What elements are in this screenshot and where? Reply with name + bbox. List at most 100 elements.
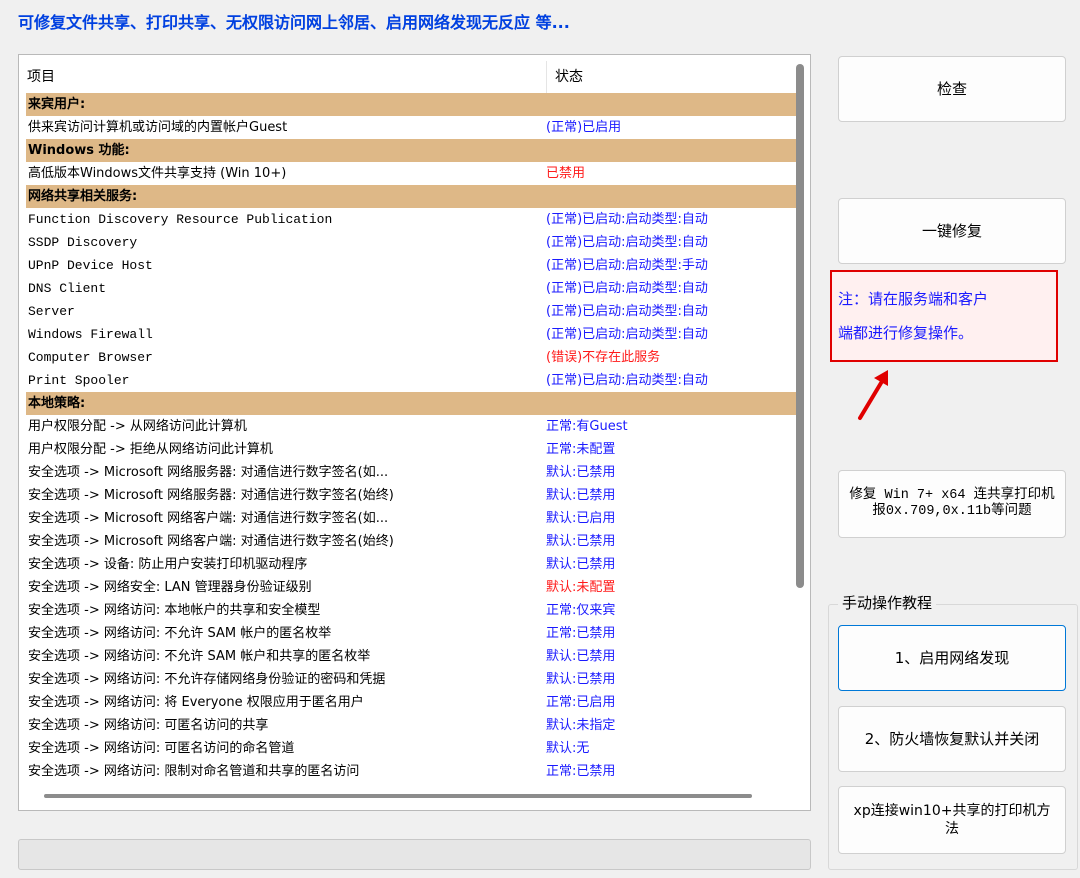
list-item[interactable]: 高低版本Windows文件共享支持 (Win 10+) 已禁用: [26, 162, 799, 185]
item-status: (正常)已启动:启动类型:自动: [546, 235, 708, 250]
list-item[interactable]: 安全选项 -> 网络访问: 本地帐户的共享和安全模型 正常:仅来宾: [26, 599, 799, 622]
item-status: 默认:已启用: [546, 511, 616, 526]
list-category-row[interactable]: 网络共享相关服务:: [26, 185, 799, 208]
item-status: (正常)已启动:启动类型:自动: [546, 304, 708, 319]
list-item[interactable]: 安全选项 -> 网络访问: 不允许存储网络身份验证的密码和凭据 默认:已禁用: [26, 668, 799, 691]
list-category-row[interactable]: 来宾用户:: [26, 93, 799, 116]
xp-connect-printer-button[interactable]: xp连接win10+共享的打印机方法: [838, 786, 1066, 854]
list-item[interactable]: 安全选项 -> 网络访问: 可匿名访问的命名管道 默认:无: [26, 737, 799, 760]
item-status: 正常:已启用: [546, 695, 616, 710]
item-status: 默认:未指定: [546, 718, 616, 733]
item-label: 安全选项 -> 网络访问: 本地帐户的共享和安全模型: [28, 603, 321, 618]
item-status: (正常)已启动:启动类型:自动: [546, 327, 708, 342]
note-line-2: 端都进行修复操作。: [838, 324, 974, 342]
note-line-1: 注：请在服务端和客户: [838, 290, 989, 308]
item-label: 供来宾访问计算机或访问域的内置帐户Guest: [28, 120, 288, 135]
list-item[interactable]: 安全选项 -> 网络访问: 将 Everyone 权限应用于匿名用户 正常:已启用: [26, 691, 799, 714]
category-label: 网络共享相关服务:: [26, 185, 538, 208]
item-label: 安全选项 -> 网络访问: 不允许 SAM 帐户和共享的匿名枚举: [28, 649, 371, 664]
column-header-item[interactable]: 项目: [27, 61, 55, 93]
item-label: Windows Firewall: [28, 327, 153, 342]
list-item[interactable]: 安全选项 -> Microsoft 网络客户端: 对通信进行数字签名(如... 默…: [26, 507, 799, 530]
item-status: 默认:已禁用: [546, 649, 616, 664]
item-status: [539, 185, 794, 208]
item-status: 默认:已禁用: [546, 465, 616, 480]
item-label: 用户权限分配 -> 从网络访问此计算机: [28, 419, 247, 434]
list-item[interactable]: 安全选项 -> 网络访问: 限制对命名管道和共享的匿名访问 正常:已禁用: [26, 760, 799, 783]
manual-tutorial-group-title: 手动操作教程: [838, 592, 937, 614]
item-status: 正常:有Guest: [546, 419, 628, 434]
list-item[interactable]: Server (正常)已启动:启动类型:自动: [26, 300, 799, 323]
item-status: (正常)已启动:启动类型:手动: [546, 258, 708, 273]
category-label: 本地策略:: [26, 392, 538, 415]
list-item[interactable]: 供来宾访问计算机或访问域的内置帐户Guest (正常)已启用: [26, 116, 799, 139]
item-status: 默认:已禁用: [546, 488, 616, 503]
check-button[interactable]: 检查: [838, 56, 1066, 122]
list-item[interactable]: DNS Client (正常)已启动:启动类型:自动: [26, 277, 799, 300]
item-status: 默认:已禁用: [546, 672, 616, 687]
item-status: 默认:无: [546, 741, 590, 756]
list-item[interactable]: SSDP Discovery (正常)已启动:启动类型:自动: [26, 231, 799, 254]
item-label: 安全选项 -> Microsoft 网络客户端: 对通信进行数字签名(如...: [28, 511, 389, 526]
list-category-row[interactable]: Windows 功能:: [26, 139, 799, 162]
item-label: SSDP Discovery: [28, 235, 138, 250]
item-status: 正常:未配置: [546, 442, 616, 457]
vertical-scrollbar[interactable]: [796, 64, 804, 588]
list-item[interactable]: 安全选项 -> Microsoft 网络服务器: 对通信进行数字签名(始终) 默认…: [26, 484, 799, 507]
list-item[interactable]: Print Spooler (正常)已启动:启动类型:自动: [26, 369, 799, 392]
item-status: 默认:已禁用: [546, 534, 616, 549]
item-status: [539, 392, 794, 415]
list-item[interactable]: 安全选项 -> Microsoft 网络客户端: 对通信进行数字签名(始终) 默认…: [26, 530, 799, 553]
category-label: Windows 功能:: [26, 139, 538, 162]
list-item[interactable]: 安全选项 -> 网络安全: LAN 管理器身份验证级别 默认:未配置: [26, 576, 799, 599]
item-label: Computer Browser: [28, 350, 153, 365]
list-item[interactable]: Function Discovery Resource Publication (…: [26, 208, 799, 231]
horizontal-scrollbar[interactable]: [44, 794, 752, 798]
item-status: [539, 93, 794, 116]
item-label: 安全选项 -> Microsoft 网络客户端: 对通信进行数字签名(始终): [28, 534, 394, 549]
page-title: 可修复文件共享、打印共享、无权限访问网上邻居、启用网络发现无反应 等...: [18, 13, 570, 32]
status-bar: [18, 839, 811, 870]
list-rows: 来宾用户: 供来宾访问计算机或访问域的内置帐户Guest (正常)已启用 Window…: [26, 93, 799, 783]
list-item[interactable]: 安全选项 -> 网络访问: 不允许 SAM 帐户的匿名枚举 正常:已禁用: [26, 622, 799, 645]
list-item[interactable]: 安全选项 -> 网络访问: 不允许 SAM 帐户和共享的匿名枚举 默认:已禁用: [26, 645, 799, 668]
item-label: 安全选项 -> 网络访问: 不允许存储网络身份验证的密码和凭据: [28, 672, 386, 687]
list-category-row[interactable]: 本地策略:: [26, 392, 799, 415]
item-label: 安全选项 -> Microsoft 网络服务器: 对通信进行数字签名(如...: [28, 465, 389, 480]
item-label: 安全选项 -> 设备: 防止用户安装打印机驱动程序: [28, 557, 308, 572]
item-status: (正常)已启动:启动类型:自动: [546, 281, 708, 296]
list-item[interactable]: 用户权限分配 -> 从网络访问此计算机 正常:有Guest: [26, 415, 799, 438]
item-label: 安全选项 -> 网络访问: 将 Everyone 权限应用于匿名用户: [28, 695, 364, 710]
status-list[interactable]: 项目 状态 来宾用户: 供来宾访问计算机或访问域的内置帐户Guest (正常)已启用…: [18, 54, 811, 811]
item-label: Function Discovery Resource Publication: [28, 212, 333, 227]
firewall-reset-button[interactable]: 2、防火墙恢复默认并关闭: [838, 706, 1066, 772]
category-label: 来宾用户:: [26, 93, 538, 116]
item-status: (正常)已启动:启动类型:自动: [546, 373, 708, 388]
item-label: 安全选项 -> 网络访问: 不允许 SAM 帐户的匿名枚举: [28, 626, 332, 641]
fix-printer-error-button[interactable]: 修复 Win 7+ x64 连共享打印机报0x.709,0x.11b等问题: [838, 470, 1066, 538]
item-label: Print Spooler: [28, 373, 130, 388]
item-label: 安全选项 -> Microsoft 网络服务器: 对通信进行数字签名(始终): [28, 488, 394, 503]
column-header-status[interactable]: 状态: [546, 61, 583, 93]
item-status: 正常:已禁用: [546, 764, 616, 779]
item-status: (正常)已启动:启动类型:自动: [546, 212, 708, 227]
item-status: (错误)不存在此服务: [546, 350, 661, 365]
list-header: 项目 状态: [27, 61, 811, 93]
note-box: 注：请在服务端和客户 端都进行修复操作。: [830, 270, 1058, 362]
list-item[interactable]: Computer Browser (错误)不存在此服务: [26, 346, 799, 369]
enable-network-discovery-button[interactable]: 1、启用网络发现: [838, 625, 1066, 691]
item-status: 已禁用: [546, 166, 586, 181]
list-item[interactable]: 安全选项 -> 网络访问: 可匿名访问的共享 默认:未指定: [26, 714, 799, 737]
item-label: UPnP Device Host: [28, 258, 153, 273]
list-item[interactable]: 安全选项 -> 设备: 防止用户安装打印机驱动程序 默认:已禁用: [26, 553, 799, 576]
item-status: 正常:仅来宾: [546, 603, 616, 618]
list-item[interactable]: UPnP Device Host (正常)已启动:启动类型:手动: [26, 254, 799, 277]
list-item[interactable]: 安全选项 -> Microsoft 网络服务器: 对通信进行数字签名(如... 默…: [26, 461, 799, 484]
item-label: 用户权限分配 -> 拒绝从网络访问此计算机: [28, 442, 273, 457]
item-status: 默认:已禁用: [546, 557, 616, 572]
list-item[interactable]: 用户权限分配 -> 拒绝从网络访问此计算机 正常:未配置: [26, 438, 799, 461]
item-status: [539, 139, 794, 162]
item-label: 安全选项 -> 网络访问: 可匿名访问的命名管道: [28, 741, 295, 756]
one-click-fix-button[interactable]: 一键修复: [838, 198, 1066, 264]
list-item[interactable]: Windows Firewall (正常)已启动:启动类型:自动: [26, 323, 799, 346]
